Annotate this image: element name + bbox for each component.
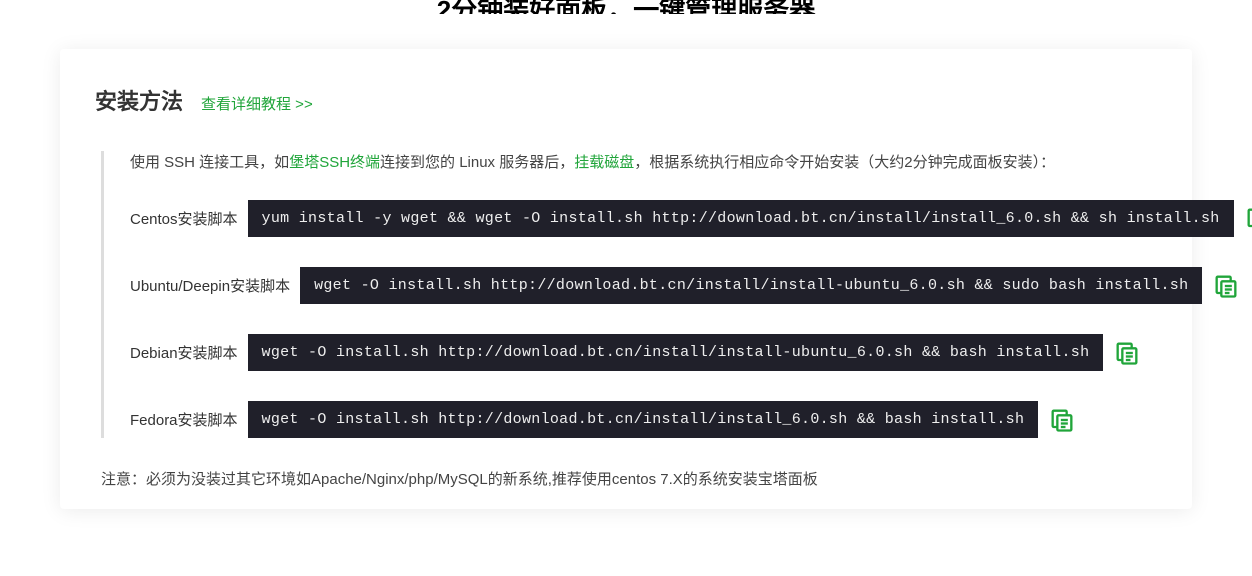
script-label: Ubuntu/Deepin安装脚本 bbox=[130, 275, 290, 296]
copy-icon[interactable] bbox=[1244, 205, 1252, 233]
script-code: yum install -y wget && wget -O install.s… bbox=[248, 200, 1234, 237]
script-row: Centos安装脚本yum install -y wget && wget -O… bbox=[130, 200, 1157, 237]
script-code: wget -O install.sh http://download.bt.cn… bbox=[248, 401, 1039, 438]
instructions-block: 使用 SSH 连接工具，如堡塔SSH终端连接到您的 Linux 服务器后，挂载磁… bbox=[101, 151, 1157, 438]
copy-icon[interactable] bbox=[1212, 272, 1240, 300]
script-label: Centos安装脚本 bbox=[130, 208, 238, 229]
script-row: Fedora安装脚本 wget -O install.sh http://down… bbox=[130, 401, 1157, 438]
script-label: Fedora安装脚本 bbox=[130, 409, 238, 430]
mount-disk-link[interactable]: 挂载磁盘 bbox=[574, 154, 634, 171]
install-card: 安装方法 查看详细教程 >> 使用 SSH 连接工具，如堡塔SSH终端连接到您的… bbox=[60, 49, 1192, 509]
instruction-text: 使用 SSH 连接工具，如堡塔SSH终端连接到您的 Linux 服务器后，挂载磁… bbox=[130, 151, 1157, 175]
page-title: 2分钟装好面板，一键管理服务器 bbox=[0, 0, 1252, 14]
section-header: 安装方法 查看详细教程 >> bbox=[95, 84, 1157, 116]
instruction-suffix: ，根据系统执行相应命令开始安装（大约2分钟完成面板安装）： bbox=[634, 154, 1055, 171]
notice-text: 注意：必须为没装过其它环境如Apache/Nginx/php/MySQL的新系统… bbox=[101, 468, 1157, 489]
script-row: Ubuntu/Deepin安装脚本wget -O install.sh http… bbox=[130, 267, 1157, 304]
script-code: wget -O install.sh http://download.bt.cn… bbox=[300, 267, 1202, 304]
instruction-prefix: 使用 SSH 连接工具，如 bbox=[130, 154, 289, 171]
tutorial-link[interactable]: 查看详细教程 >> bbox=[201, 93, 313, 114]
ssh-terminal-link[interactable]: 堡塔SSH终端 bbox=[289, 154, 380, 171]
script-row: Debian安装脚本 wget -O install.sh http://down… bbox=[130, 334, 1157, 371]
script-code: wget -O install.sh http://download.bt.cn… bbox=[248, 334, 1104, 371]
copy-icon[interactable] bbox=[1113, 339, 1141, 367]
script-label: Debian安装脚本 bbox=[130, 342, 238, 363]
instruction-mid1: 连接到您的 Linux 服务器后， bbox=[380, 154, 574, 171]
section-title: 安装方法 bbox=[95, 84, 183, 116]
copy-icon[interactable] bbox=[1048, 406, 1076, 434]
